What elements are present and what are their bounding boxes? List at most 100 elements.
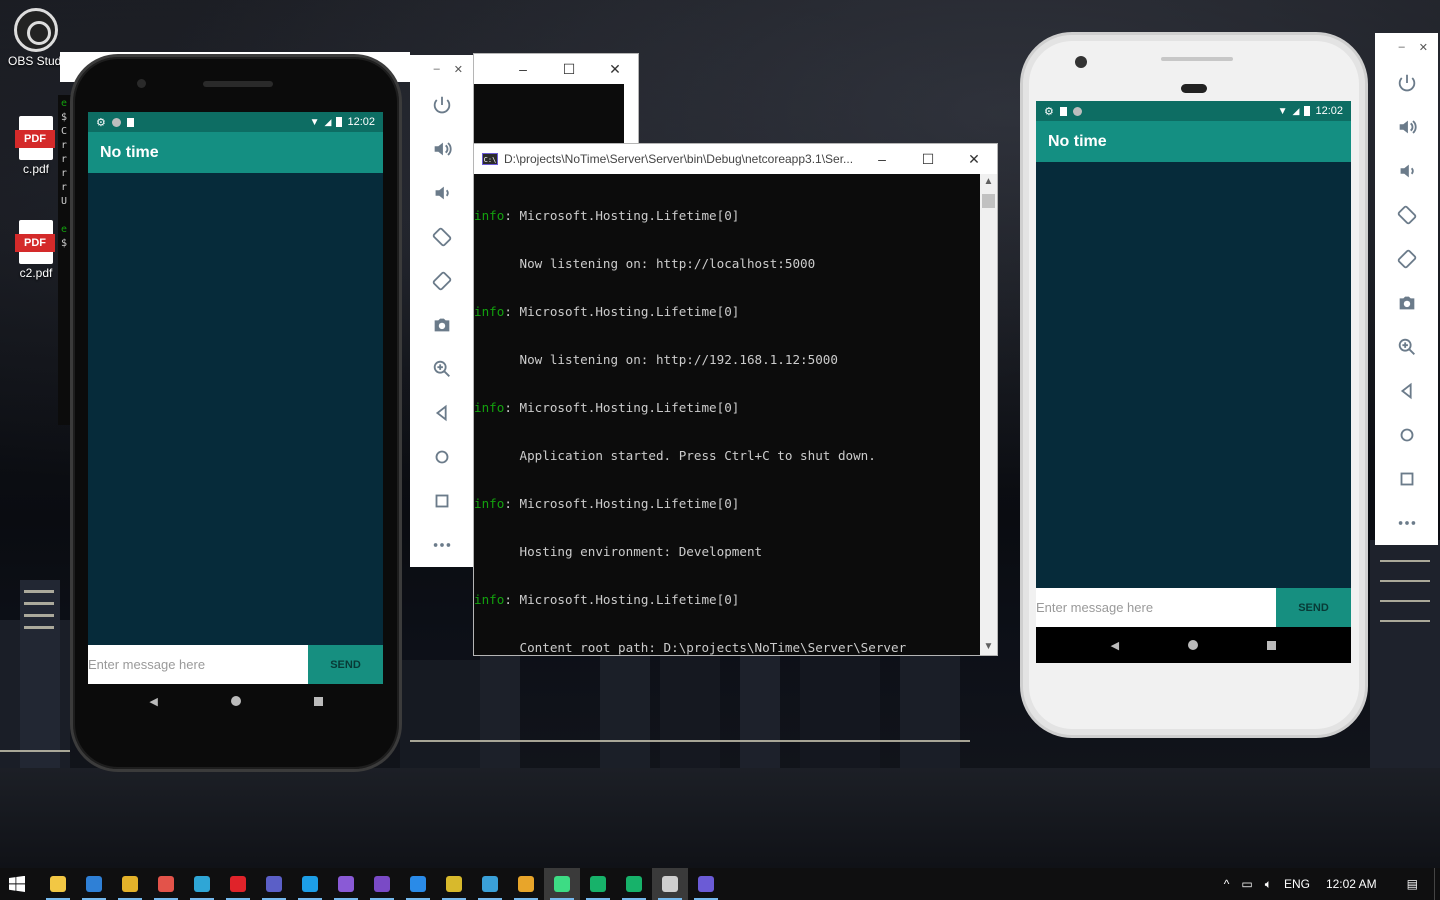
power-icon[interactable] [1385,61,1429,105]
phone-right-screen[interactable]: ⚙ ▼ ◢ 12:02 No time Enter message here S… [1036,101,1351,663]
taskbar-item[interactable] [292,868,328,900]
taskbar-item[interactable] [364,868,400,900]
taskbar-item[interactable] [544,868,580,900]
minimize-button[interactable]: – [500,54,546,84]
status-bar: ⚙ ▼ ◢ 12:02 [88,112,383,132]
close-button[interactable]: ✕ [1419,41,1428,54]
taskbar-item[interactable] [148,868,184,900]
back-icon[interactable]: ◀ [1111,639,1119,652]
close-button[interactable]: ✕ [454,63,463,76]
power-icon[interactable] [420,83,464,127]
message-input[interactable]: Enter message here [1036,588,1276,627]
camera-icon[interactable] [1385,281,1429,325]
taskbar-item[interactable] [76,868,112,900]
close-button[interactable]: ✕ [951,144,997,174]
zoom-icon[interactable] [1385,325,1429,369]
console-output[interactable]: info: Microsoft.Hosting.Lifetime[0] Now … [474,174,980,655]
start-button[interactable] [0,868,34,900]
more-icon[interactable] [1385,501,1429,545]
scroll-down-arrow-icon[interactable]: ▼ [980,639,997,655]
volume-down-icon[interactable] [420,171,464,215]
taskbar-item[interactable] [328,868,364,900]
rotate-left-icon[interactable] [420,215,464,259]
minimize-button[interactable]: – [434,63,440,75]
emulator-phone-right: ⚙ ▼ ◢ 12:02 No time Enter message here S… [1020,32,1368,738]
zoom-icon[interactable] [420,347,464,391]
taskbar-item[interactable] [508,868,544,900]
send-button[interactable]: SEND [1276,588,1351,627]
taskbar-item[interactable] [184,868,220,900]
speaker-grille [1161,57,1233,61]
network-icon[interactable]: ▭ [1235,877,1258,891]
console-line: Now listening on: http://192.168.1.12:50… [474,352,980,368]
console-line: Hosting environment: Development [474,544,980,560]
close-button[interactable]: ✕ [592,54,638,84]
desktop-icon-c2-pdf[interactable]: PDF c2.pdf [6,220,66,280]
volume-up-icon[interactable] [420,127,464,171]
terminal-green-icon [626,876,642,892]
settings-icon: ⚙ [96,116,106,129]
taskbar-item[interactable] [112,868,148,900]
clock[interactable]: 12:02 AM [1316,877,1391,891]
back-icon[interactable]: ◀ [149,695,157,708]
home-icon[interactable] [420,435,464,479]
chevron-up-icon[interactable]: ^ [1218,877,1236,891]
scroll-up-arrow-icon[interactable]: ▲ [980,174,997,190]
message-input[interactable]: Enter message here [88,645,308,684]
background-console-window[interactable]: – ☐ ✕ [473,53,639,153]
overview-icon[interactable] [313,696,323,706]
taskbar-item[interactable] [256,868,292,900]
overview-icon[interactable] [1267,640,1277,650]
overview-icon[interactable] [420,479,464,523]
volume-up-icon[interactable] [1385,105,1429,149]
speaker-grille [203,81,273,87]
background-window-titlebar[interactable]: – ☐ ✕ [474,54,638,84]
signal-icon: ◢ [1292,105,1300,116]
camera-icon[interactable] [420,303,464,347]
language-indicator[interactable]: ENG [1278,877,1316,891]
rotate-right-icon[interactable] [1385,237,1429,281]
taskbar-item[interactable] [652,868,688,900]
overview-icon[interactable] [1385,457,1429,501]
maximize-button[interactable]: ☐ [905,144,951,174]
minimize-button[interactable]: – [1399,41,1405,53]
taskbar-item[interactable] [220,868,256,900]
taskbar-item[interactable] [688,868,724,900]
home-icon[interactable] [1385,413,1429,457]
rotate-left-icon[interactable] [1385,193,1429,237]
notification-dot-icon [111,117,121,127]
nav-bar: ◀ [113,685,359,717]
home-icon[interactable] [1188,640,1199,650]
log-level: info [474,496,505,511]
taskbar-item[interactable] [400,868,436,900]
console-window[interactable]: C:\ D:\projects\NoTime\Server\Server\bin… [473,143,998,656]
send-button[interactable]: SEND [308,645,383,684]
minimize-button[interactable]: – [859,144,905,174]
console-titlebar[interactable]: C:\ D:\projects\NoTime\Server\Server\bin… [474,144,997,174]
desktop-icon-c-pdf[interactable]: PDF c.pdf [6,116,66,176]
notifications-icon[interactable]: ▤ [1391,877,1434,891]
desktop-icon-obs[interactable]: OBS Studi [6,8,66,68]
scroll-thumb[interactable] [982,194,995,208]
speaker-icon[interactable]: 🔈︎ [1259,877,1278,892]
back-icon[interactable] [420,391,464,435]
more-icon[interactable] [420,523,464,567]
phone-left-screen[interactable]: ⚙ ▼ ◢ 12:02 No time Enter message here S… [88,112,383,684]
taskbar-item[interactable] [436,868,472,900]
desktop-icon-label: OBS Studi [7,54,65,68]
taskbar-item[interactable] [472,868,508,900]
taskbar-item[interactable] [40,868,76,900]
show-desktop-button[interactable] [1434,868,1440,900]
taskbar-item[interactable] [616,868,652,900]
maximize-button[interactable]: ☐ [546,54,592,84]
wifi-icon: ▼ [1277,105,1288,117]
volume-down-icon[interactable] [1385,149,1429,193]
back-icon[interactable] [1385,369,1429,413]
console-scrollbar[interactable]: ▲ ▼ [980,174,997,655]
home-icon[interactable] [230,696,241,706]
rotate-right-icon[interactable] [420,259,464,303]
taskbar-item[interactable] [580,868,616,900]
log-text: : Microsoft.Hosting.Lifetime[0] [504,496,740,511]
sd-card-icon [1059,106,1067,116]
app-icon [446,876,462,892]
